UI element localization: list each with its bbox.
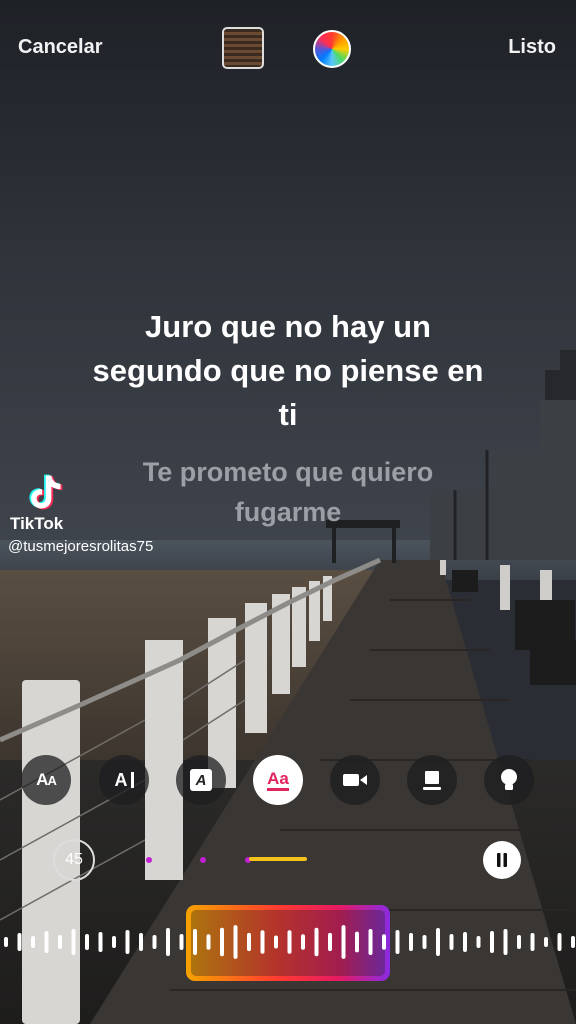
waveform-bar <box>4 937 8 947</box>
waveform-bar <box>436 928 440 956</box>
waveform-bar <box>98 932 103 952</box>
waveform-bar <box>17 933 22 951</box>
lightbulb-icon <box>501 769 517 790</box>
text-align-icon: A <box>115 770 134 791</box>
pause-icon <box>497 853 507 867</box>
waveform-bar <box>71 929 76 955</box>
waveform-bar <box>476 936 481 948</box>
text-size-icon: AA <box>36 770 57 789</box>
waveform-bar <box>463 932 467 952</box>
card-icon <box>423 771 441 790</box>
waveform-bar <box>382 934 386 950</box>
waveform-bar <box>571 936 575 948</box>
waveform-bar <box>409 933 413 951</box>
waveform-bar <box>355 931 359 953</box>
text-align-button[interactable]: A <box>99 755 149 805</box>
waveform-bar <box>152 935 157 949</box>
tiktok-logo-icon <box>29 474 63 510</box>
duration-button[interactable]: 45 <box>53 839 95 881</box>
pause-button[interactable] <box>483 841 521 879</box>
waveform-bar <box>274 935 278 949</box>
waveform-bar <box>490 931 494 953</box>
waveform-bar <box>314 927 319 957</box>
waveform-bar <box>422 935 427 949</box>
waveform-bar <box>179 934 184 950</box>
waveform-bar <box>287 930 292 954</box>
waveform-bar <box>206 934 211 950</box>
waveform-bar <box>395 930 400 954</box>
lyrics-next-line: Te prometo que quiero fugarme <box>142 457 434 527</box>
waveform-bar <box>233 925 238 959</box>
waveform-bar <box>328 932 332 952</box>
waveform-bar <box>260 930 265 954</box>
cancel-button[interactable]: Cancelar <box>18 36 103 59</box>
tiktok-brand-label: TikTok <box>10 514 64 533</box>
video-style-button[interactable] <box>330 755 380 805</box>
lyrics-current-line: Juro que no hay un segundo que no piense… <box>92 309 484 432</box>
lightbulb-style-button[interactable] <box>484 755 534 805</box>
waveform-bar <box>301 934 305 950</box>
waveform-bar <box>58 935 62 949</box>
waveform-bar <box>247 932 251 952</box>
text-size-button[interactable]: AA <box>21 755 71 805</box>
text-box-icon: A <box>190 769 212 791</box>
card-style-button[interactable] <box>407 755 457 805</box>
waveform-bar <box>503 929 508 955</box>
album-cover-thumbnail[interactable] <box>222 27 264 69</box>
done-button[interactable]: Listo <box>508 36 556 59</box>
waveform-bar <box>557 933 562 951</box>
playback-progress <box>249 857 307 861</box>
waveform-bar <box>449 934 454 950</box>
text-box-button[interactable]: A <box>176 755 226 805</box>
waveform-bar <box>31 936 35 948</box>
waveform-bar <box>139 933 143 951</box>
waveform-bar <box>112 936 116 948</box>
color-picker-button[interactable] <box>313 30 351 68</box>
waveform-bar <box>368 929 373 955</box>
lyrics-style-icon: Aa <box>267 769 289 791</box>
lyric-marker <box>200 857 206 863</box>
waveform-bar <box>125 930 130 954</box>
waveform-bar <box>193 929 197 955</box>
waveform-bar <box>341 925 346 959</box>
waveform-bar <box>85 934 89 950</box>
waveform-bar <box>517 935 521 949</box>
waveform-bar <box>166 928 170 956</box>
lyrics-style-button[interactable]: Aa <box>253 755 303 805</box>
video-icon <box>343 774 367 786</box>
waveform-bar <box>44 931 49 953</box>
waveform-bar <box>220 927 224 957</box>
waveform-bar <box>530 933 535 951</box>
tiktok-handle-label: @tusmejoresrolitas75 <box>8 538 154 555</box>
waveform-bar <box>544 937 548 947</box>
audio-waveform[interactable] <box>0 922 576 962</box>
lyric-marker <box>146 857 152 863</box>
